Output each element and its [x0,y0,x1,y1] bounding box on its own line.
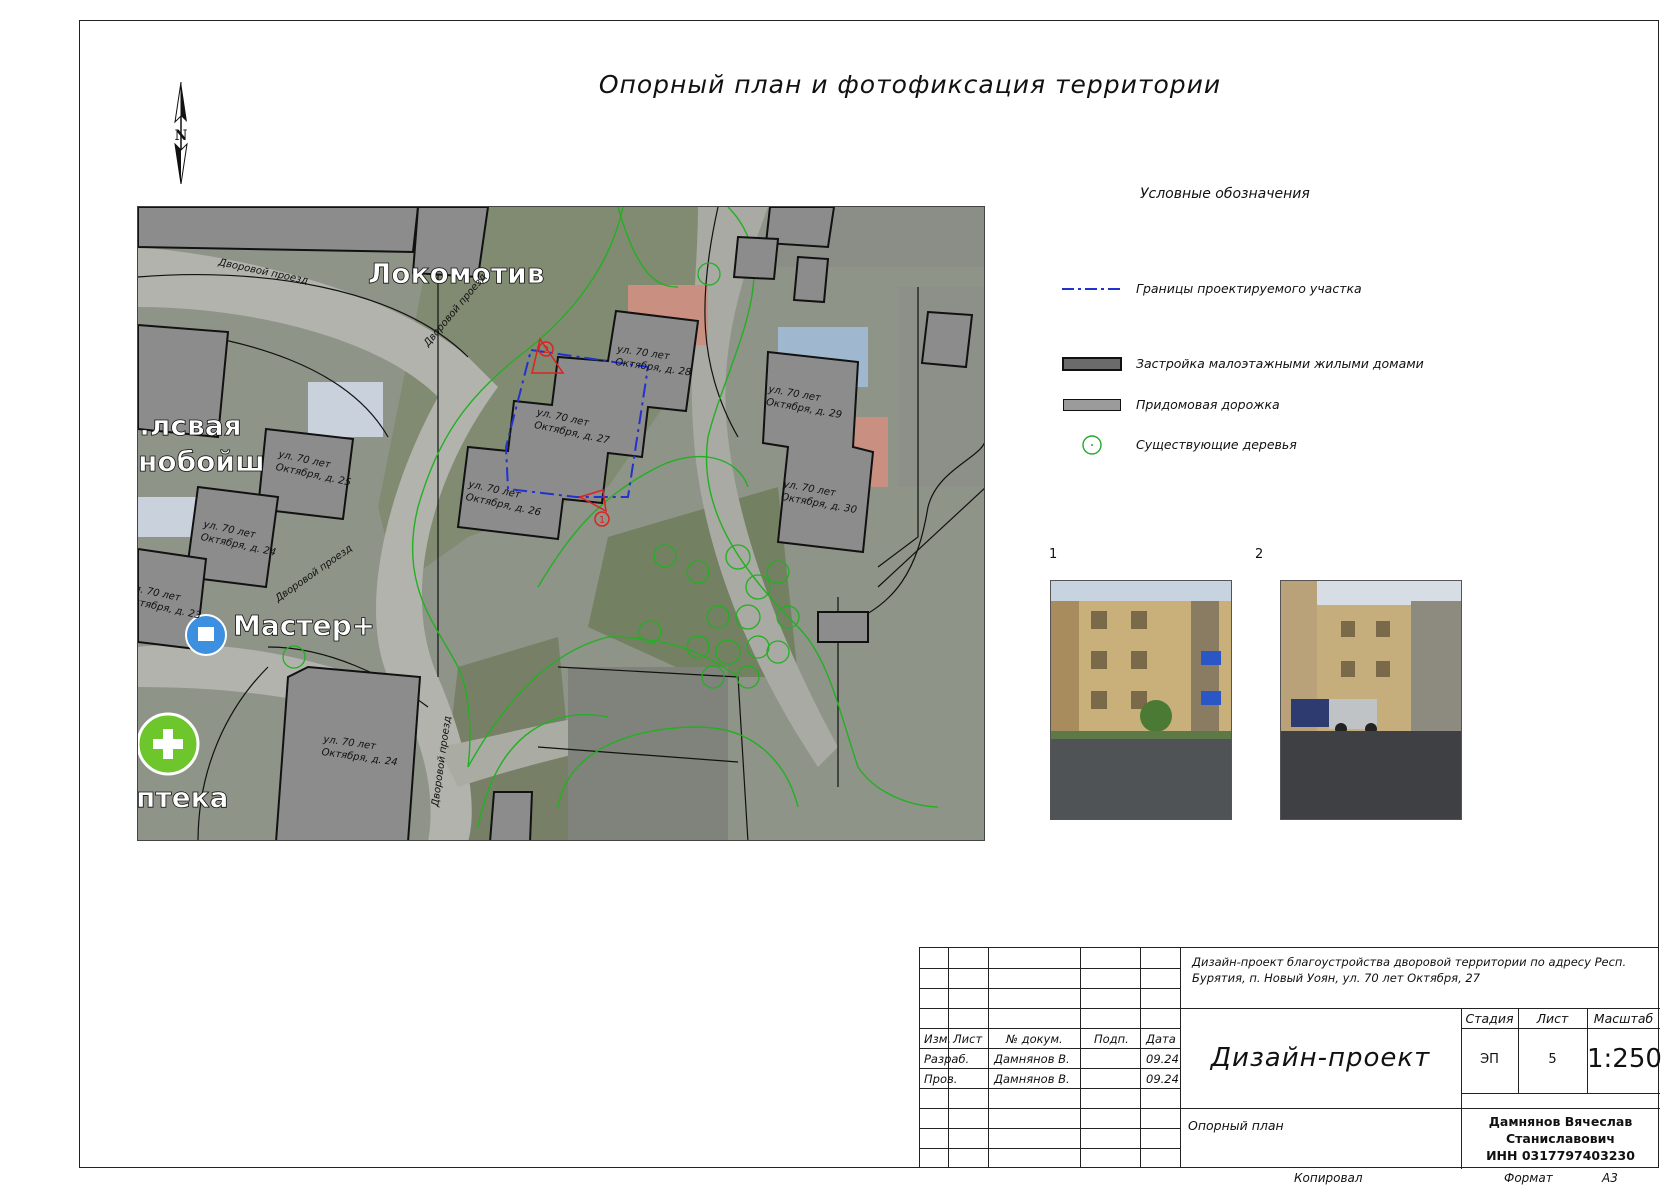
page-title: Опорный план и фотофиксация территории [598,70,1222,99]
tb-header-doc: № докум. [1006,1032,1063,1046]
title-block: Изм. Лист № докум. Подп. Дата Разраб. Да… [919,947,1662,1169]
tb-role-dev: Разраб. [924,1052,970,1066]
legend-label-path: Придомовая дорожка [1136,397,1280,412]
north-label: N [175,128,188,144]
legend-item-path: Придомовая дорожка [1062,397,1280,412]
tb-org-line-1: Дамнянов Вячеслав [1488,1114,1633,1129]
viewpoint-2-label: 2 [543,345,549,356]
tb-role-check: Пров. [924,1072,958,1086]
map-label-apteka: птека [138,781,228,814]
map-label-master: Мастер+ [233,609,375,642]
tree-circle-icon [1062,434,1122,455]
tb-org-line-3: ИНН 0317797403230 [1486,1148,1635,1163]
pharmacy-icon [138,712,200,776]
tb-name-dev: Дамнянов В. [994,1052,1070,1066]
tb-header-izm: Изм. [924,1032,952,1046]
legend-label-boundary: Границы проектируемого участка [1136,281,1362,296]
tb-sheet-title: Опорный план [1188,1118,1284,1133]
tb-header-list: Лист [953,1032,983,1046]
photo-1-number: 1 [1049,547,1058,562]
tb-organisation: Дамнянов Вячеслав Станиславович ИНН 0317… [1461,1108,1660,1169]
footer-format-label: Формат [1504,1171,1553,1185]
map-label-nobojsh: нобойш [138,445,265,478]
footer-format-value: А3 [1602,1171,1618,1185]
tb-date-dev: 09.24 [1146,1052,1179,1066]
tb-scale-value: 1:250 [1587,1044,1662,1074]
legend-item-boundary: Границы проектируемого участка [1062,281,1362,296]
viewpoint-1-label: 1 [599,515,605,526]
legend-title: Условные обозначения [1140,186,1310,202]
tb-header-date: Дата [1146,1032,1176,1046]
tb-divider [1140,948,1141,1167]
legend-label-buildings: Застройка малоэтажными жилыми домами [1136,356,1424,371]
tb-header-podp: Подп. [1094,1032,1129,1046]
tb-name-check: Дамнянов В. [994,1072,1070,1086]
tb-sheet-label: Лист [1536,1011,1569,1026]
path-swatch-icon [1062,398,1122,412]
tb-doc-type: Дизайн-проект [1210,1043,1431,1073]
legend-label-trees: Существующие деревья [1136,437,1297,452]
legend-item-buildings: Застройка малоэтажными жилыми домами [1062,356,1424,371]
tb-stage-label: Стадия [1465,1011,1514,1026]
tb-scale-label: Масштаб [1593,1011,1654,1026]
footer-copied: Копировал [1294,1171,1363,1185]
tb-divider [1080,948,1081,1167]
tb-sheet-value: 5 [1548,1052,1557,1067]
photo-1 [1050,580,1232,820]
master-plus-icon [185,614,227,656]
north-arrow-icon: N [170,81,192,185]
tb-project-name: Дизайн-проект благоустройства дворовой т… [1192,955,1627,985]
building-swatch-icon [1062,356,1122,371]
tb-divider [988,948,989,1167]
legend-item-trees: Существующие деревья [1062,434,1297,455]
photo-2-number: 2 [1255,547,1264,562]
boundary-line-icon [1062,282,1122,296]
tb-stage-value: ЭП [1480,1052,1499,1067]
tb-org-line-2: Станиславович [1506,1131,1615,1146]
map-label-vaya: ...лсвая [138,409,242,442]
map-label-lokomotiv: Локомотив [368,257,544,290]
site-plan-map: 2 1 Локомотив Мастер+ птека ...лсвая ноб… [137,206,985,841]
tb-date-check: 09.24 [1146,1072,1179,1086]
photo-2 [1280,580,1462,820]
